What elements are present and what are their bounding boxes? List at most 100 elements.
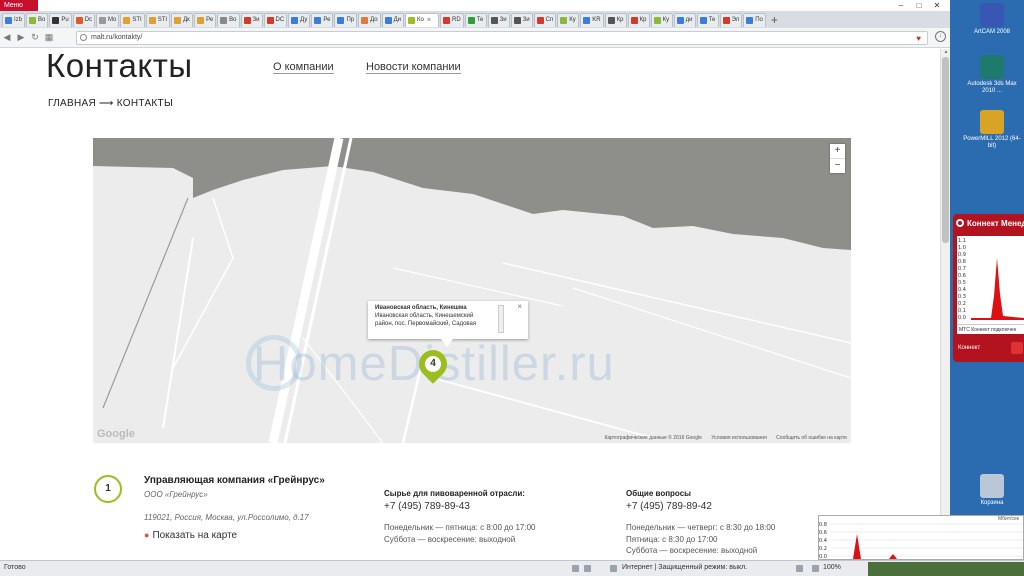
tab-favicon-icon (653, 16, 661, 24)
traffic-spike (971, 258, 1024, 320)
tab-favicon-icon (560, 16, 568, 24)
browser-tab[interactable]: Mo (96, 12, 120, 27)
speed-dial-icon[interactable]: ▦ (42, 32, 56, 43)
desktop-icon-recycle-bin[interactable]: Корзина (962, 474, 1022, 507)
powermill-icon (980, 110, 1004, 134)
desktop-icon-powermill[interactable]: PowerMILL 2012 (64-bit) (962, 110, 1022, 150)
browser-tab[interactable]: Izb (2, 12, 26, 27)
tab-label: Зи (522, 17, 530, 23)
page-title: Контакты (46, 49, 193, 84)
address-bar[interactable]: malt.ru/kontakty/ ♥ (76, 31, 928, 45)
graph-axis-label: 0.1 (958, 308, 966, 314)
browser-tab[interactable]: Те (696, 12, 719, 27)
browser-window: Меню Izb Bo Pu Dc Mo STI STI Дк Ре Во Зи DC Ду Ре Пр До… (0, 0, 950, 576)
tab-label: STI (132, 17, 142, 23)
browser-tab[interactable]: Кр (627, 12, 650, 27)
tab-favicon-icon (220, 16, 228, 24)
tab-label: Эл (731, 17, 740, 23)
forward-icon[interactable]: ▶ (14, 32, 28, 43)
tab-label: Ку (662, 17, 670, 23)
new-tab-icon[interactable]: + (771, 13, 778, 27)
browser-tab[interactable]: Зи (240, 12, 263, 27)
graph-axis-label: 0.6 (819, 530, 827, 536)
graph-axis-label: 1.0 (958, 245, 966, 251)
google-map[interactable]: HomeDistiller.ru + − Ивановская область,… (93, 138, 851, 443)
close-icon[interactable]: × (517, 303, 522, 311)
browser-tab[interactable]: Ку (650, 12, 673, 27)
browser-tab[interactable]: Ре (194, 12, 217, 27)
browser-tab[interactable]: KR (580, 12, 604, 27)
scrollbar-thumb[interactable] (942, 57, 949, 243)
browser-tab[interactable]: Сп (533, 12, 557, 27)
browser-tab[interactable]: Bo (26, 12, 49, 27)
tab-favicon-icon (291, 16, 299, 24)
tab-label: Сп (545, 17, 554, 23)
status-settings-icon[interactable] (796, 565, 803, 572)
browser-tab[interactable]: Dc (72, 12, 96, 27)
browser-tab[interactable]: Ди (381, 12, 404, 27)
tab-favicon-icon (99, 16, 107, 24)
browser-tab[interactable]: DC (263, 12, 288, 27)
browser-tab[interactable]: ди (673, 12, 696, 27)
zoom-level[interactable]: 100% (823, 564, 841, 571)
konnekt-settings-icon[interactable] (1011, 342, 1023, 354)
contact-phone[interactable]: +7 (495) 789-89-43 (384, 501, 470, 512)
show-on-map-link[interactable]: ● Показать на карте (144, 530, 237, 541)
zoom-icon[interactable] (812, 565, 819, 572)
desktop-icon-3dsmax[interactable]: Autodesk 3ds Max 2010 ... (962, 55, 1022, 95)
tab-favicon-icon (314, 16, 322, 24)
opera-menu-button[interactable]: Меню (0, 0, 38, 11)
tab-favicon-icon (75, 16, 83, 24)
browser-tab[interactable]: Те (464, 12, 487, 27)
browser-tab[interactable]: До (358, 12, 381, 27)
page-scrollbar[interactable]: ▲ ▼ (940, 49, 950, 559)
browser-tab-active[interactable]: Ко × (405, 12, 439, 27)
browser-tab[interactable]: STI (120, 12, 145, 27)
konnekt-button[interactable]: Коннект (958, 345, 980, 351)
maximize-icon[interactable]: □ (910, 0, 928, 11)
bookmark-heart-icon[interactable]: ♥ (916, 33, 921, 45)
browser-tab[interactable]: Во (217, 12, 240, 27)
browser-tab[interactable]: Pu (49, 12, 72, 27)
browser-tab[interactable]: Дк (171, 12, 194, 27)
browser-tab[interactable]: Ду (288, 12, 311, 27)
graph-axis-label: 0.0 (958, 315, 966, 321)
close-window-icon[interactable]: ✕ (928, 0, 946, 11)
working-hours: Понедельник — пятница: с 8:00 до 17:00 (384, 523, 536, 532)
zoom-in-button[interactable]: + (830, 144, 845, 159)
working-hours: Суббота — воскресение: выходной (626, 546, 758, 555)
browser-tab[interactable]: По (743, 12, 766, 27)
terms-link[interactable]: Условия использования (711, 435, 767, 441)
konnekt-logo-icon (956, 219, 964, 227)
minimize-icon[interactable]: – (892, 0, 910, 11)
zoom-out-button[interactable]: − (830, 159, 845, 173)
browser-tab[interactable]: Ку (557, 12, 580, 27)
browser-tab[interactable]: Пр (334, 12, 358, 27)
tab-favicon-icon (174, 16, 182, 24)
scroll-up-icon[interactable]: ▲ (941, 49, 950, 55)
tab-favicon-icon (361, 16, 369, 24)
report-error-link[interactable]: Сообщить об ошибке на карте (776, 435, 847, 441)
tab-label: Ре (323, 17, 331, 23)
tab-label: Izb (14, 17, 23, 23)
map-data-credit: Картографические данные © 2016 Google (604, 435, 702, 441)
nav-link-about[interactable]: О компании (273, 61, 334, 74)
browser-tab[interactable]: STI (145, 12, 171, 27)
contact-phone[interactable]: +7 (495) 789-89-42 (626, 501, 712, 512)
browser-tab[interactable]: Эл (719, 12, 743, 27)
desktop-icon-artcam[interactable]: ArtCAM 2008 (962, 3, 1022, 36)
close-tab-icon[interactable]: × (427, 17, 431, 24)
back-icon[interactable]: ◀ (0, 32, 14, 43)
browser-tab[interactable]: Ре (311, 12, 334, 27)
konnekt-traffic-graph: 1.1 1.0 0.9 0.8 0.7 0.6 0.5 0.4 0.3 0.2 0.1 0.0 (957, 236, 1024, 332)
browser-tab[interactable]: RD (440, 12, 464, 27)
map-marker[interactable]: 4 (413, 344, 453, 386)
info-window-scrollbar[interactable] (498, 305, 504, 333)
browser-tab[interactable]: Зи (510, 12, 533, 27)
browser-tab[interactable]: Зи (487, 12, 510, 27)
downloads-icon[interactable]: ↓ (935, 31, 946, 42)
browser-tab[interactable]: Кр (604, 12, 627, 27)
reload-icon[interactable]: ↻ (28, 32, 42, 43)
tab-label: Pu (61, 17, 69, 23)
nav-link-news[interactable]: Новости компании (366, 61, 461, 74)
